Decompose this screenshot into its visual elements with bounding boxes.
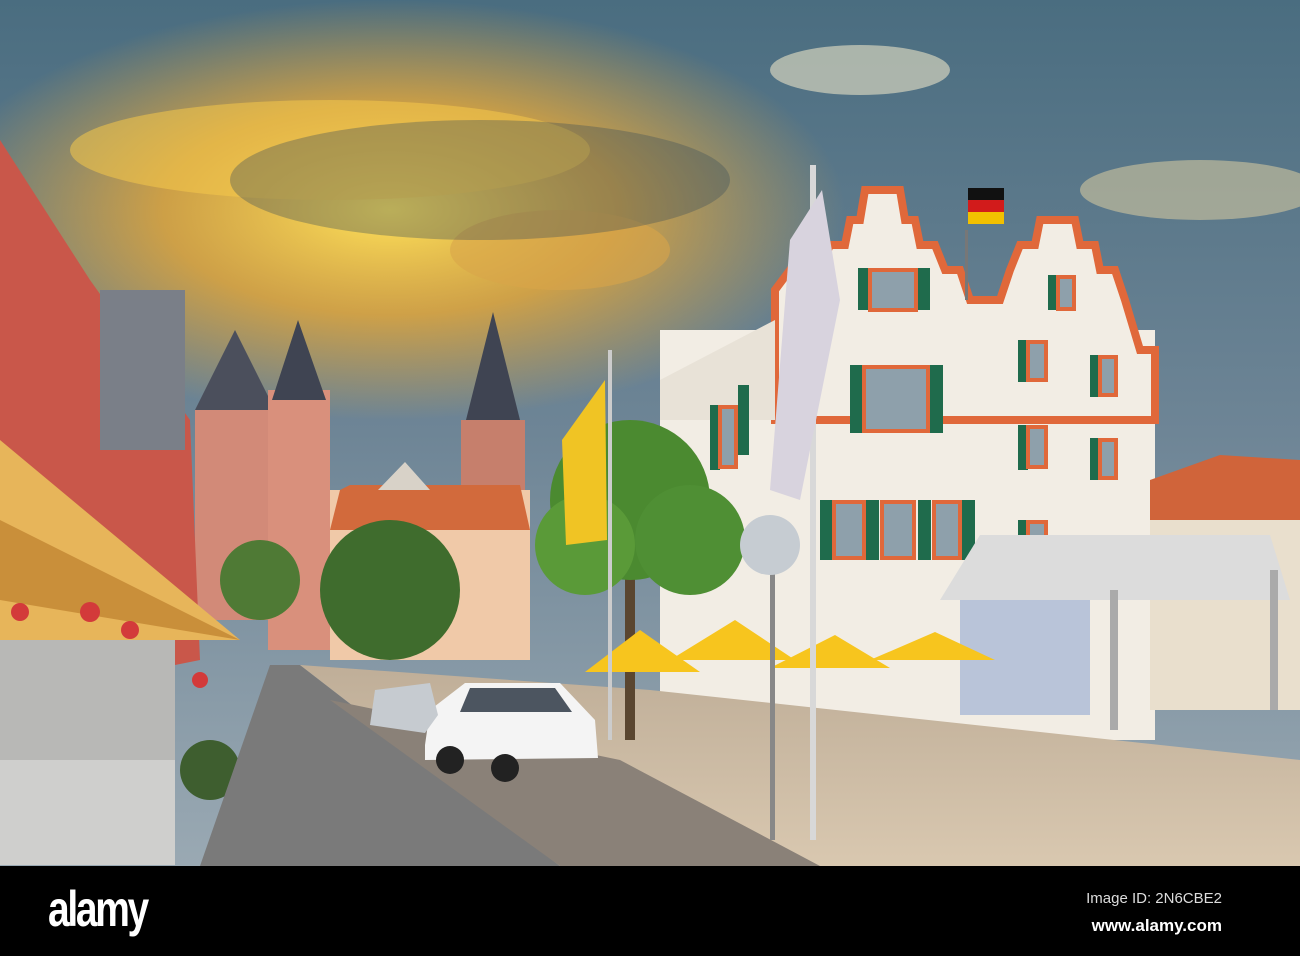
website-link: www.alamy.com bbox=[1091, 916, 1222, 935]
image-id: Image ID: 2N6CBE2 bbox=[1086, 890, 1222, 907]
alamy-logo: alamy bbox=[48, 881, 149, 937]
watermark-bar: alamy Image ID: 2N6CBE2 www.alamy.com bbox=[0, 866, 1300, 956]
photo-oppenheim-market-square bbox=[0, 0, 1300, 866]
